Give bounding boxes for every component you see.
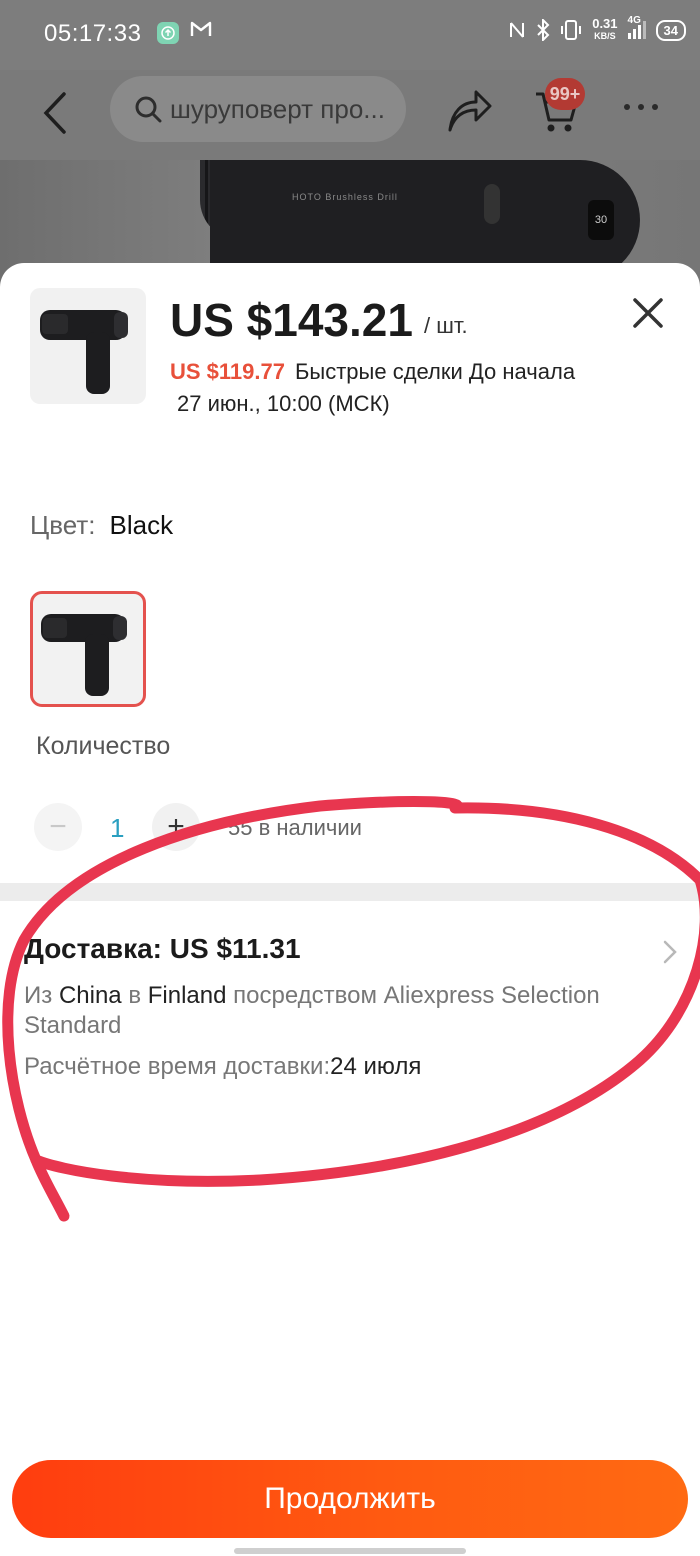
background-product-page: 05:17:33 0.31 KB/S 4G 34 шуруповерт про.…: [0, 0, 700, 300]
sku-bottom-sheet: US $143.21 / шт. US $119.77 Быстрые сделк…: [0, 263, 700, 1556]
search-bar[interactable]: шуруповерт про...: [110, 76, 406, 142]
share-icon[interactable]: [446, 90, 494, 134]
system-icons: 0.31 KB/S 4G 34: [508, 15, 686, 42]
hero-display: 30: [588, 200, 614, 240]
deal-price: US $119.77: [170, 359, 285, 384]
hero-brand-text: HOTO Brushless Drill: [292, 192, 398, 202]
quantity-decrease-button[interactable]: −: [34, 803, 82, 851]
product-price: US $143.21: [170, 294, 413, 346]
product-thumbnail: [30, 288, 146, 404]
gmail-icon: [190, 20, 212, 44]
search-icon: [135, 96, 162, 123]
vibrate-icon: [561, 20, 582, 40]
search-input[interactable]: шуруповерт про...: [170, 94, 385, 125]
back-icon[interactable]: [36, 88, 76, 138]
section-divider: [0, 883, 700, 901]
status-bar: 05:17:33 0.31 KB/S 4G 34: [0, 0, 700, 70]
signal-icon: 4G: [627, 15, 646, 39]
battery-indicator: 34: [655, 19, 686, 41]
chevron-right-icon[interactable]: [660, 937, 680, 967]
network-speed: 0.31 KB/S: [592, 16, 618, 41]
color-swatch-black[interactable]: [30, 591, 146, 707]
deal-text: Быстрые сделки До начала: [294, 359, 576, 384]
quantity-stepper: − 1 + 55 в наличии: [34, 803, 454, 851]
shipping-title[interactable]: Доставка: US $11.31: [24, 933, 301, 965]
more-options-icon[interactable]: [624, 104, 658, 114]
product-header: шуруповерт про... 99+: [0, 70, 700, 160]
continue-button[interactable]: Продолжить: [12, 1460, 688, 1538]
price-unit: / шт.: [424, 313, 468, 338]
color-label: Цвет:: [30, 510, 96, 540]
home-indicator: [234, 1548, 466, 1554]
quantity-value[interactable]: 1: [110, 813, 124, 844]
shipping-route: Из China в Finland посредством Aliexpres…: [24, 982, 600, 1039]
close-icon[interactable]: [628, 293, 668, 333]
color-row: Цвет: Black: [30, 510, 173, 541]
deal-info: US $119.77 Быстрые сделки До начала: [170, 359, 575, 385]
quantity-increase-button[interactable]: +: [152, 803, 200, 851]
cart-count-badge: 99+: [545, 78, 585, 110]
bluetooth-icon: [537, 19, 550, 41]
nfc-icon: [510, 22, 525, 38]
upload-icon: [157, 22, 179, 44]
quantity-label: Количество: [36, 732, 171, 760]
stock-text: 55 в наличии: [228, 815, 362, 840]
color-value: Black: [109, 510, 174, 540]
deal-start-time: 27 июн., 10:00 (МСК): [177, 391, 390, 416]
shipping-eta: Расчётное время доставки:24 июля: [24, 1053, 422, 1080]
clock: 05:17:33: [44, 20, 142, 47]
